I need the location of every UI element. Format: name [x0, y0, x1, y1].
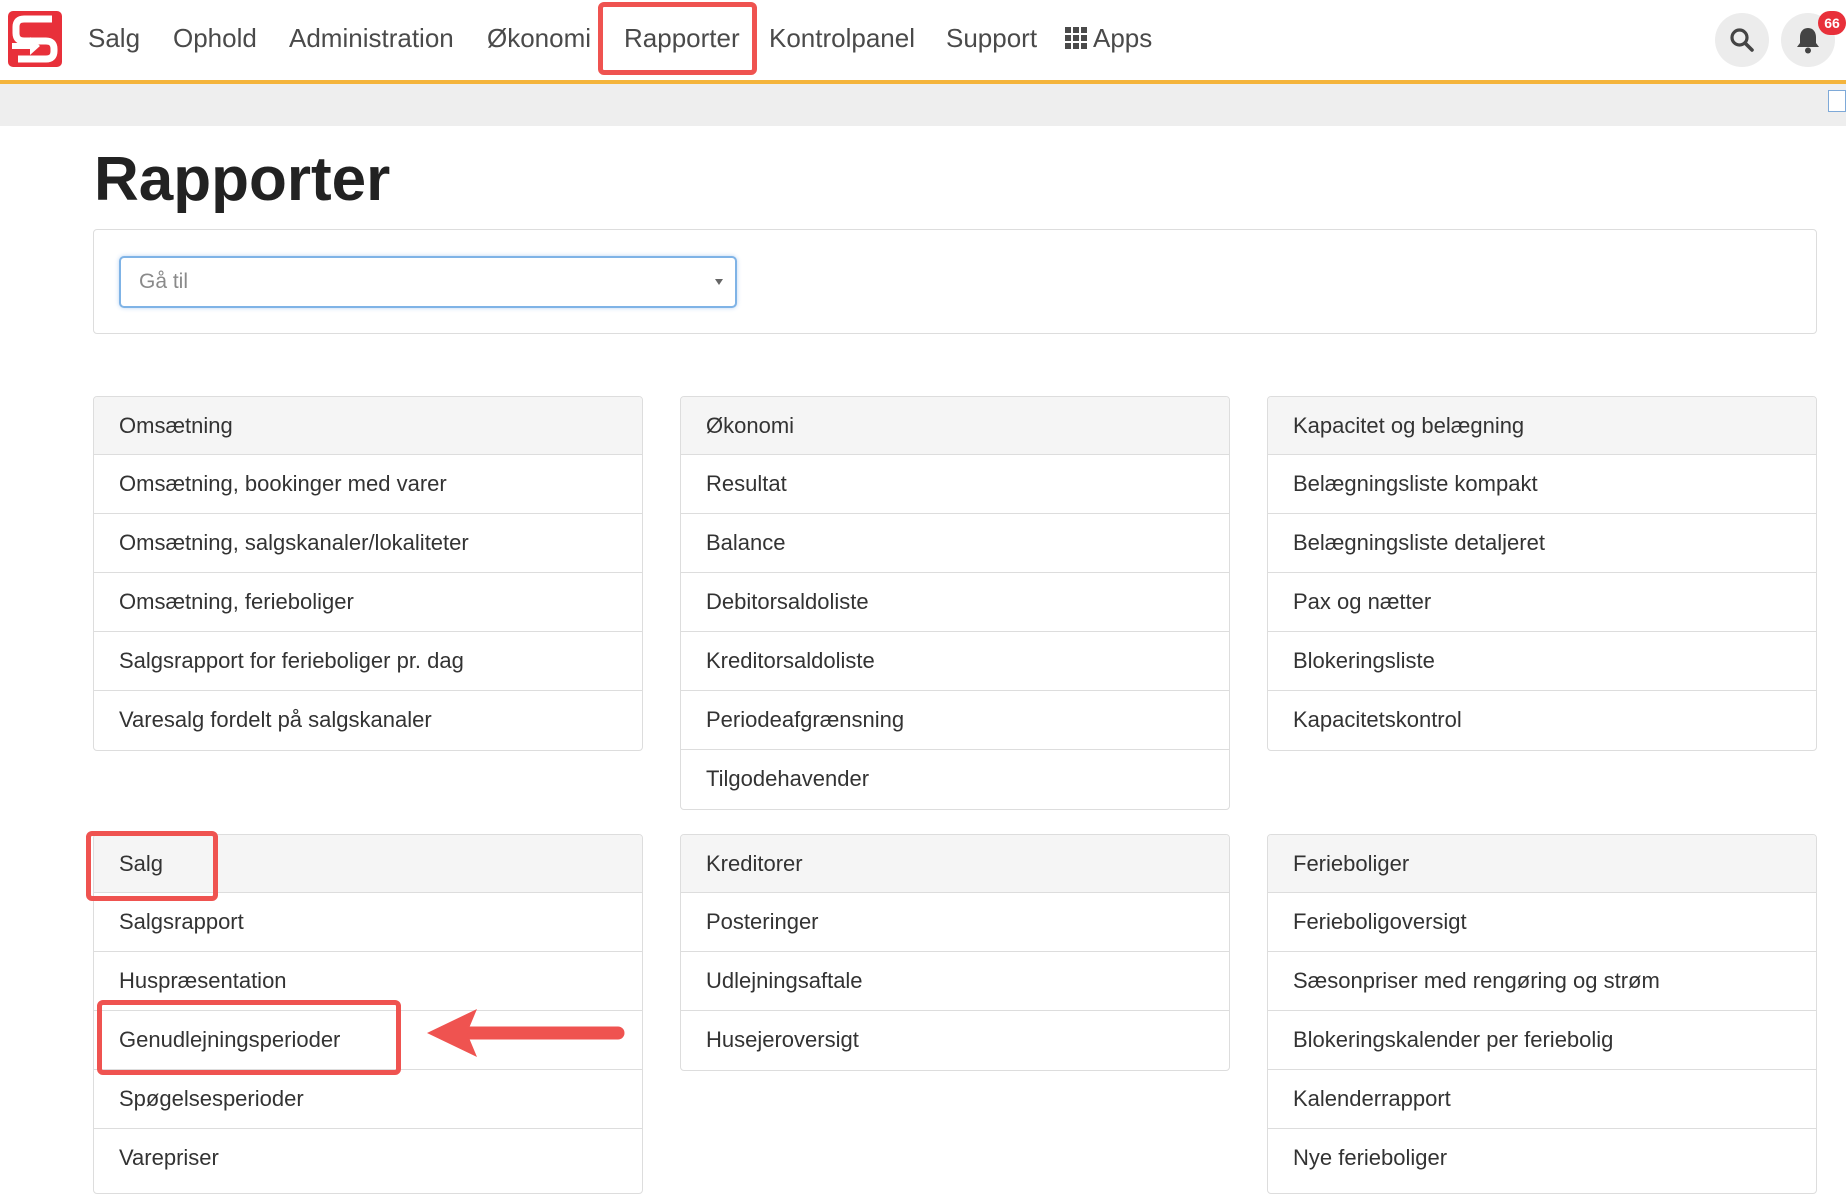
report-link[interactable]: Ferieboligoversigt — [1268, 893, 1816, 952]
report-link[interactable]: Salgsrapport — [94, 893, 642, 952]
arrow-left-icon — [427, 1009, 625, 1057]
report-link[interactable]: Kreditorsaldoliste — [681, 632, 1229, 691]
goto-select-placeholder: Gå til — [139, 270, 189, 293]
nav-support[interactable]: Support — [946, 23, 1037, 53]
brand-logo[interactable] — [8, 11, 62, 67]
report-link[interactable]: Sæsonpriser med rengøring og strøm — [1268, 952, 1816, 1011]
report-link[interactable]: Pax og nætter — [1268, 573, 1816, 632]
panel-heading: Salg — [94, 835, 642, 893]
report-link[interactable]: Belægningsliste kompakt — [1268, 455, 1816, 514]
panel-heading: Kapacitet og belægning — [1268, 397, 1816, 455]
panel-heading: Økonomi — [681, 397, 1229, 455]
panel-kapacitet: Kapacitet og belægning Belægningsliste k… — [1267, 396, 1817, 751]
report-link[interactable]: Resultat — [681, 455, 1229, 514]
report-link[interactable]: Salgsrapport for ferieboliger pr. dag — [94, 632, 642, 691]
nav-okonomi[interactable]: Økonomi — [487, 23, 591, 53]
panel-heading: Omsætning — [94, 397, 642, 455]
report-link[interactable]: Blokeringsliste — [1268, 632, 1816, 691]
goto-panel: Gå til — [93, 229, 1817, 334]
top-navbar: Salg Ophold Administration Økonomi Rappo… — [0, 0, 1846, 84]
nav-kontrolpanel[interactable]: Kontrolpanel — [769, 23, 915, 53]
bell-icon — [1797, 28, 1819, 54]
report-link[interactable]: Debitorsaldoliste — [681, 573, 1229, 632]
nav-apps[interactable]: Apps — [1065, 23, 1152, 53]
apps-grid-icon — [1065, 27, 1087, 49]
panel-heading: Ferieboliger — [1268, 835, 1816, 893]
notification-badge: 66 — [1818, 11, 1846, 35]
report-link[interactable]: Tilgodehavender — [681, 750, 1229, 809]
report-link[interactable]: Kapacitetskontrol — [1268, 691, 1816, 750]
report-link[interactable]: Posteringer — [681, 893, 1229, 952]
report-link[interactable]: Belægningsliste detaljeret — [1268, 514, 1816, 573]
report-link[interactable]: Omsætning, bookinger med varer — [94, 455, 642, 514]
search-button[interactable] — [1715, 13, 1769, 67]
nav-salg[interactable]: Salg — [88, 23, 140, 53]
report-link[interactable]: Huspræsentation — [94, 952, 642, 1011]
search-icon — [1730, 28, 1754, 52]
report-link[interactable]: Balance — [681, 514, 1229, 573]
nav-apps-label: Apps — [1093, 23, 1153, 53]
goto-select[interactable]: Gå til — [119, 256, 737, 308]
panel-okonomi: Økonomi Resultat Balance Debitorsaldolis… — [680, 396, 1230, 810]
document-icon[interactable] — [1828, 90, 1846, 112]
report-link[interactable]: Varesalg fordelt på salgskanaler — [94, 691, 642, 750]
report-link[interactable]: Nye ferieboliger — [1268, 1129, 1816, 1188]
panel-ferieboliger: Ferieboliger Ferieboligoversigt Sæsonpri… — [1267, 834, 1817, 1194]
panel-heading: Kreditorer — [681, 835, 1229, 893]
report-link[interactable]: Periodeafgrænsning — [681, 691, 1229, 750]
report-link[interactable]: Udlejningsaftale — [681, 952, 1229, 1011]
chevron-down-icon — [715, 279, 723, 285]
nav-ophold[interactable]: Ophold — [173, 23, 257, 53]
report-link[interactable]: Omsætning, ferieboliger — [94, 573, 642, 632]
report-link[interactable]: Blokeringskalender per feriebolig — [1268, 1011, 1816, 1070]
sub-toolbar — [0, 84, 1846, 126]
panel-omsaetning: Omsætning Omsætning, bookinger med varer… — [93, 396, 643, 751]
report-link[interactable]: Kalenderrapport — [1268, 1070, 1816, 1129]
report-link[interactable]: Omsætning, salgskanaler/lokaliteter — [94, 514, 642, 573]
nav-rapporter[interactable]: Rapporter — [624, 23, 740, 53]
report-link[interactable]: Husejeroversigt — [681, 1011, 1229, 1070]
nav-administration[interactable]: Administration — [289, 23, 454, 53]
report-link[interactable]: Spøgelsesperioder — [94, 1070, 642, 1129]
page-title: Rapporter — [94, 145, 391, 214]
panel-kreditorer: Kreditorer Posteringer Udlejningsaftale … — [680, 834, 1230, 1071]
report-link[interactable]: Varepriser — [94, 1129, 642, 1188]
